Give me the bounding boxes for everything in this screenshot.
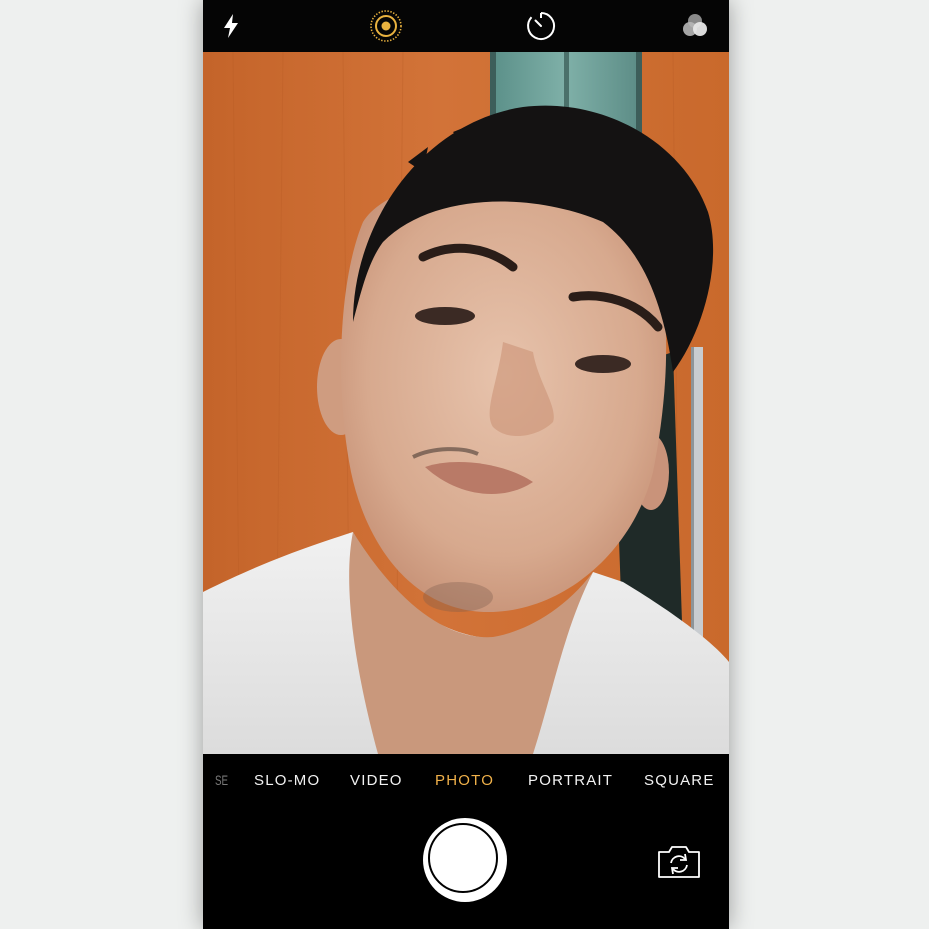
switch-camera-button[interactable]: [655, 842, 703, 882]
mode-video[interactable]: VIDEO: [350, 772, 403, 789]
live-photo-icon: [370, 10, 402, 42]
shutter-inner-ring: [428, 823, 498, 893]
camera-screen: SE SLO-MO VIDEO PHOTO PORTRAIT SQUARE: [203, 0, 729, 929]
flash-button[interactable]: [213, 8, 249, 44]
mode-se[interactable]: SE: [215, 772, 228, 788]
viewfinder[interactable]: [203, 52, 729, 754]
filters-icon: [683, 14, 707, 36]
live-photo-button[interactable]: [368, 8, 404, 44]
mode-photo[interactable]: PHOTO: [435, 772, 494, 789]
shutter-button[interactable]: [423, 818, 507, 902]
timer-icon: [527, 11, 556, 40]
selfie-preview: [203, 52, 729, 754]
mode-selector: SE SLO-MO VIDEO PHOTO PORTRAIT SQUARE: [203, 772, 729, 802]
mode-square[interactable]: SQUARE: [644, 772, 715, 789]
top-toolbar: [203, 0, 729, 52]
timer-button[interactable]: [523, 8, 559, 44]
mode-slo-mo[interactable]: SLO-MO: [254, 772, 320, 789]
filters-button[interactable]: [677, 8, 713, 44]
mode-portrait[interactable]: PORTRAIT: [528, 772, 613, 789]
switch-camera-icon: [658, 846, 700, 878]
flash-icon: [224, 14, 238, 38]
